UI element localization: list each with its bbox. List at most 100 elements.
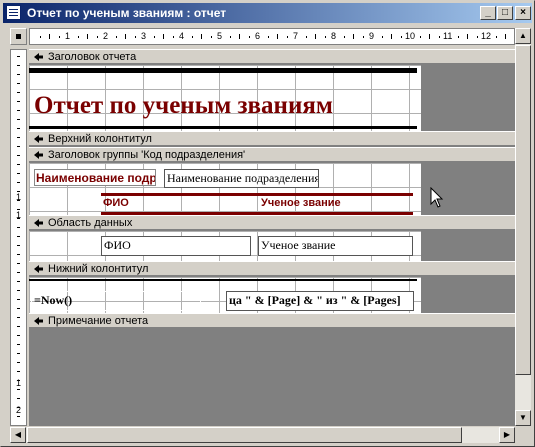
ruler-tick bbox=[277, 34, 278, 39]
ruler-tick bbox=[495, 36, 497, 38]
horizontal-scroll-thumb[interactable] bbox=[27, 427, 462, 443]
ruler-number: 1 bbox=[65, 31, 71, 41]
top-rule-line[interactable] bbox=[29, 68, 417, 73]
report-design-window: Отчет по ученым званиям : отчет _ □ × 12… bbox=[0, 0, 535, 447]
ruler-tick bbox=[17, 335, 20, 336]
ruler-tick bbox=[17, 119, 20, 120]
ruler-tick bbox=[17, 65, 20, 66]
footer-rule-line[interactable] bbox=[29, 279, 417, 281]
ruler-tick bbox=[17, 299, 20, 300]
ruler-tick bbox=[153, 36, 155, 38]
ruler-tick bbox=[17, 155, 20, 156]
section-detail[interactable]: Область данных bbox=[29, 215, 515, 230]
section-arrow-icon bbox=[34, 135, 43, 143]
ruler-number: 11 bbox=[443, 31, 453, 41]
ruler-tick bbox=[457, 36, 459, 38]
window-title: Отчет по ученым званиям : отчет bbox=[27, 6, 227, 20]
maximize-button[interactable]: □ bbox=[497, 6, 513, 20]
section-report-header[interactable]: Заголовок отчета bbox=[29, 49, 515, 64]
ruler-tick bbox=[267, 36, 269, 38]
fio-field[interactable]: ФИО bbox=[101, 236, 251, 256]
ruler-tick bbox=[17, 281, 20, 282]
horizontal-scrollbar[interactable]: ◀ ▶ bbox=[10, 427, 515, 443]
ruler-tick bbox=[17, 371, 20, 372]
section-group-header[interactable]: Заголовок группы 'Код подразделения' bbox=[29, 147, 515, 162]
ruler-number: 1 bbox=[16, 378, 22, 388]
ruler-tick bbox=[438, 36, 440, 38]
ruler-number: 8 bbox=[331, 31, 337, 41]
section-page-footer[interactable]: Нижний колонтитул bbox=[29, 261, 515, 276]
minimize-button[interactable]: _ bbox=[480, 6, 496, 20]
ruler-tick bbox=[17, 56, 20, 57]
ruler-tick bbox=[17, 110, 20, 111]
report-header-grid[interactable]: Отчет по ученым званиям bbox=[29, 65, 421, 131]
section-page-header[interactable]: Верхний колонтитул bbox=[29, 131, 515, 146]
section-label: Заголовок отчета bbox=[48, 51, 137, 63]
ruler-tick bbox=[17, 137, 20, 138]
vertical-ruler[interactable]: 1 1 1 2 bbox=[10, 49, 27, 426]
ruler-tick bbox=[362, 36, 364, 38]
section-arrow-icon bbox=[34, 317, 43, 325]
group-name-field[interactable]: Наименование подразделения bbox=[164, 169, 319, 188]
horizontal-ruler[interactable]: 1 2 3 4 5 6 7 8 9 10 11 12 bbox=[29, 28, 515, 45]
report-selector[interactable] bbox=[10, 28, 27, 45]
design-surface[interactable]: Заголовок отчета Отчет по ученым званиям… bbox=[29, 49, 515, 426]
ruler-tick bbox=[96, 36, 98, 38]
ruler-tick bbox=[39, 36, 41, 38]
page-footer-grid[interactable]: =Now() ца " & [Page] & " из " & [Pages] bbox=[29, 277, 421, 313]
group-header-grid[interactable]: Наименование подра Наименование подразде… bbox=[29, 163, 421, 215]
ruler-tick bbox=[17, 317, 20, 318]
ruler-tick bbox=[210, 36, 212, 38]
detail-grid[interactable]: ФИО Ученое звание bbox=[29, 231, 421, 261]
ruler-tick bbox=[400, 36, 402, 38]
rank-field[interactable]: Ученое звание bbox=[258, 236, 413, 256]
title-bar[interactable]: Отчет по ученым званиям : отчет _ □ × bbox=[3, 3, 532, 23]
bottom-rule-line[interactable] bbox=[29, 126, 417, 129]
ruler-tick bbox=[191, 36, 193, 38]
vertical-scroll-thumb[interactable] bbox=[515, 45, 531, 375]
scroll-left-button[interactable]: ◀ bbox=[10, 427, 26, 443]
ruler-number: 7 bbox=[293, 31, 299, 41]
section-label: Примечание отчета bbox=[48, 315, 149, 327]
ruler-tick bbox=[17, 227, 20, 228]
scroll-down-button[interactable]: ▼ bbox=[515, 410, 531, 426]
vertical-scrollbar[interactable]: ▲ ▼ bbox=[515, 28, 531, 426]
ruler-tick bbox=[353, 34, 354, 39]
ruler-tick bbox=[134, 36, 136, 38]
ruler-number: 4 bbox=[179, 31, 185, 41]
ruler-tick bbox=[17, 128, 20, 129]
report-icon[interactable] bbox=[6, 5, 21, 20]
ruler-number: 5 bbox=[217, 31, 223, 41]
ruler-tick bbox=[17, 236, 20, 237]
group-top-line[interactable] bbox=[101, 193, 413, 196]
mouse-pointer-icon bbox=[430, 187, 444, 208]
date-expression-field[interactable]: =Now() bbox=[31, 291, 201, 311]
report-title-label[interactable]: Отчет по ученым званиям bbox=[34, 92, 333, 120]
section-label: Область данных bbox=[48, 217, 133, 229]
section-report-footer[interactable]: Примечание отчета bbox=[29, 313, 515, 328]
rank-column-label[interactable]: Ученое звание bbox=[261, 197, 411, 211]
ruler-tick bbox=[476, 36, 478, 38]
scroll-up-button[interactable]: ▲ bbox=[515, 28, 531, 44]
ruler-number: 1 bbox=[16, 192, 22, 202]
ruler-number: 6 bbox=[255, 31, 261, 41]
scroll-right-button[interactable]: ▶ bbox=[499, 427, 515, 443]
size-grip[interactable] bbox=[515, 427, 531, 443]
ruler-tick bbox=[17, 254, 20, 255]
close-button[interactable]: × bbox=[515, 6, 531, 20]
ruler-tick bbox=[17, 308, 20, 309]
group-name-label[interactable]: Наименование подра bbox=[34, 169, 156, 186]
ruler-tick bbox=[17, 245, 20, 246]
page-number-field[interactable]: ца " & [Page] & " из " & [Pages] bbox=[226, 291, 414, 311]
ruler-tick bbox=[17, 416, 20, 417]
ruler-tick bbox=[381, 36, 383, 38]
ruler-tick bbox=[229, 36, 231, 38]
fio-column-label[interactable]: ФИО bbox=[103, 197, 253, 211]
ruler-tick bbox=[17, 182, 20, 183]
ruler-tick bbox=[17, 362, 20, 363]
section-label: Заголовок группы 'Код подразделения' bbox=[48, 149, 246, 161]
ruler-number: 1 bbox=[16, 210, 22, 220]
section-label: Верхний колонтитул bbox=[48, 133, 152, 145]
ruler-tick bbox=[49, 34, 50, 39]
ruler-number: 9 bbox=[369, 31, 375, 41]
